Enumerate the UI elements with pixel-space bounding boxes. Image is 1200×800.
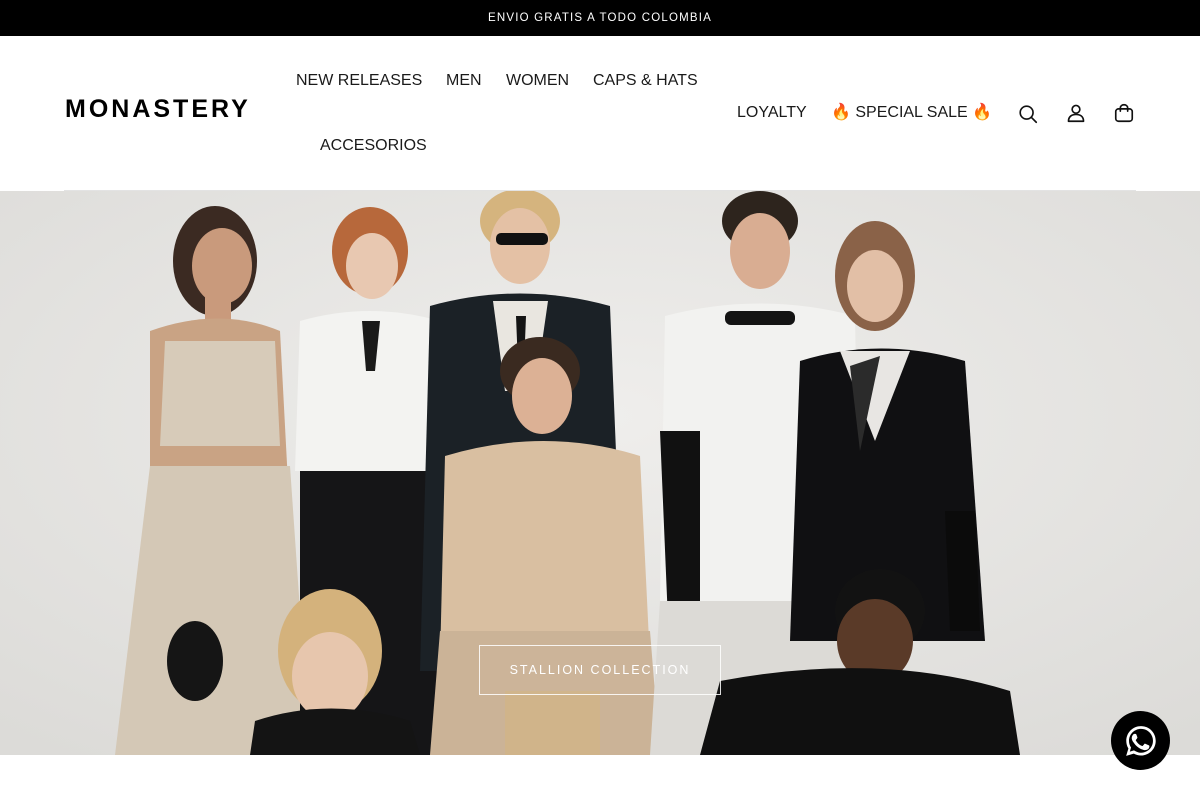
nav-special-sale[interactable]: 🔥 SPECIAL SALE 🔥: [831, 105, 992, 121]
account-icon: [1067, 104, 1085, 123]
nav-loyalty[interactable]: LOYALTY: [737, 105, 807, 121]
stallion-collection-button[interactable]: STALLION COLLECTION: [479, 645, 721, 695]
search-icon: [1019, 105, 1038, 124]
nav-new-releases[interactable]: NEW RELEASES: [296, 73, 422, 89]
nav-accesorios[interactable]: ACCESORIOS: [320, 138, 427, 154]
cart-button[interactable]: [1112, 101, 1136, 125]
whatsapp-icon: [1125, 725, 1156, 756]
account-button[interactable]: [1064, 101, 1088, 125]
announcement-bar: ENVIO GRATIS A TODO COLOMBIA: [0, 0, 1200, 36]
search-button[interactable]: [1016, 102, 1040, 126]
site-logo[interactable]: MONASTERY: [65, 97, 251, 122]
cart-icon: [1114, 103, 1134, 123]
hero-banner[interactable]: STALLION COLLECTION: [0, 191, 1200, 755]
nav-women[interactable]: WOMEN: [506, 73, 569, 89]
whatsapp-chat-button[interactable]: [1111, 711, 1170, 770]
nav-men[interactable]: MEN: [446, 73, 482, 89]
nav-caps-hats[interactable]: CAPS & HATS: [593, 73, 698, 89]
announcement-text: ENVIO GRATIS A TODO COLOMBIA: [487, 12, 713, 24]
